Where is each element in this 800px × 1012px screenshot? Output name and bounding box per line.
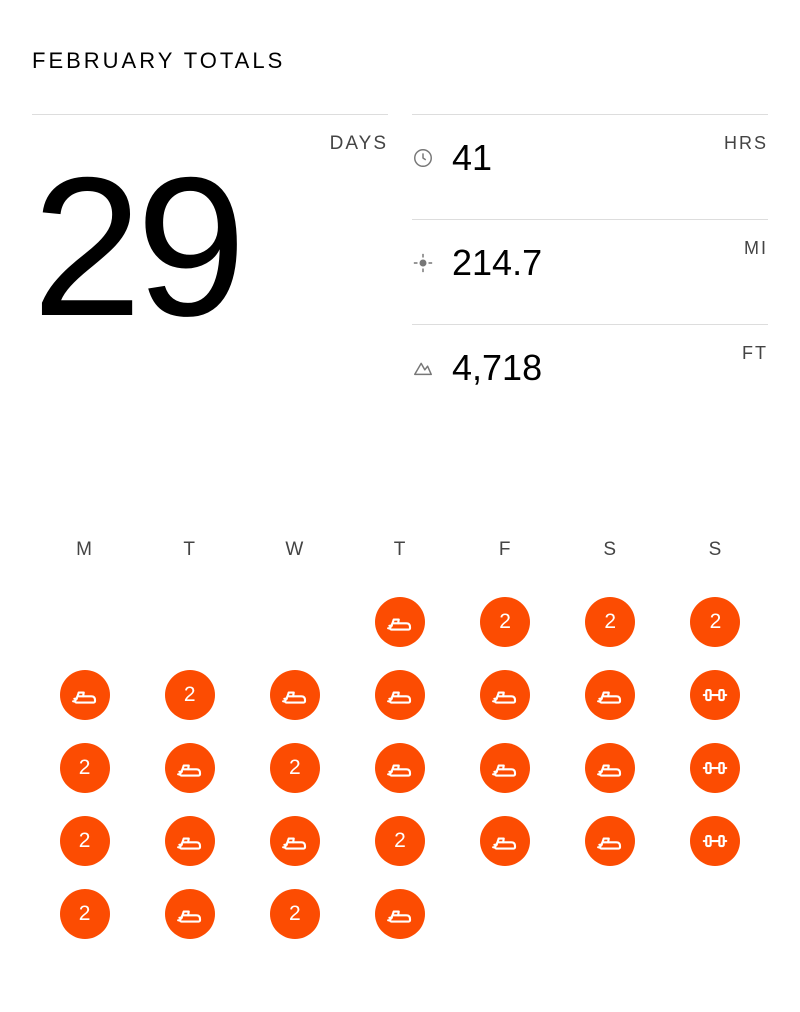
calendar-cell[interactable] <box>165 889 215 939</box>
run-icon <box>385 607 415 637</box>
activity-count: 2 <box>79 902 91 926</box>
run-icon <box>70 680 100 710</box>
run-icon <box>595 680 625 710</box>
metric-elevation: 4,718 FT <box>412 324 768 409</box>
run-icon <box>280 826 310 856</box>
run-icon <box>175 753 205 783</box>
calendar-cell[interactable]: 2 <box>165 670 215 720</box>
metric-hours-unit: HRS <box>724 133 768 154</box>
calendar-cell[interactable] <box>165 816 215 866</box>
activity-count: 2 <box>289 756 301 780</box>
calendar-cell[interactable] <box>60 670 110 720</box>
calendar-cell[interactable]: 2 <box>270 889 320 939</box>
metric-distance-value: 214.7 <box>452 242 542 284</box>
calendar-cell[interactable] <box>375 743 425 793</box>
run-icon <box>385 899 415 929</box>
calendar-cell[interactable]: 2 <box>60 889 110 939</box>
calendar-cell[interactable] <box>480 743 530 793</box>
calendar-empty <box>270 597 320 647</box>
calendar-cell[interactable] <box>585 816 635 866</box>
day-header: S <box>709 539 723 561</box>
calendar-cell[interactable]: 2 <box>690 597 740 647</box>
days-panel: DAYS 29 <box>32 114 388 409</box>
calendar-cell[interactable] <box>165 743 215 793</box>
day-header: S <box>603 539 617 561</box>
metric-elevation-unit: FT <box>742 343 768 364</box>
calendar-cell[interactable] <box>480 816 530 866</box>
calendar-cell[interactable]: 2 <box>60 816 110 866</box>
activity-count: 2 <box>394 829 406 853</box>
calendar-empty <box>165 597 215 647</box>
weight-icon <box>700 826 730 856</box>
metric-distance-unit: MI <box>744 238 768 259</box>
run-icon <box>595 826 625 856</box>
calendar-empty <box>585 889 635 939</box>
run-icon <box>280 680 310 710</box>
metrics-panel: 41 HRS 214.7 MI 4,718 FT <box>412 114 768 409</box>
day-header: M <box>76 539 93 561</box>
calendar-cell[interactable] <box>375 889 425 939</box>
run-icon <box>175 826 205 856</box>
calendar-cell[interactable]: 2 <box>375 816 425 866</box>
calendar-cell[interactable]: 2 <box>60 743 110 793</box>
run-icon <box>595 753 625 783</box>
calendar-cell[interactable] <box>270 816 320 866</box>
calendar-cell[interactable] <box>375 670 425 720</box>
calendar-cell[interactable] <box>375 597 425 647</box>
run-icon <box>490 826 520 856</box>
page-title: FEBRUARY TOTALS <box>32 48 768 74</box>
calendar-cell[interactable]: 2 <box>270 743 320 793</box>
day-header: T <box>394 539 407 561</box>
metric-hours-value: 41 <box>452 137 492 179</box>
metric-distance: 214.7 MI <box>412 219 768 324</box>
metric-hours: 41 HRS <box>412 114 768 219</box>
weight-icon <box>700 680 730 710</box>
run-icon <box>490 680 520 710</box>
metric-elevation-value: 4,718 <box>452 347 542 389</box>
calendar-empty <box>480 889 530 939</box>
activity-count: 2 <box>79 829 91 853</box>
mountain-icon <box>412 357 434 379</box>
activity-calendar: M T W T F S S 2 2 2 2 2 2 2 2 2 2 <box>32 539 768 962</box>
stats-section: DAYS 29 41 HRS 214.7 MI <box>32 114 768 409</box>
calendar-cell[interactable]: 2 <box>585 597 635 647</box>
run-icon <box>385 753 415 783</box>
calendar-cell[interactable] <box>690 743 740 793</box>
calendar-cell[interactable] <box>690 670 740 720</box>
calendar-cell[interactable] <box>585 743 635 793</box>
day-header: W <box>285 539 304 561</box>
activity-count: 2 <box>710 610 722 634</box>
activity-count: 2 <box>79 756 91 780</box>
calendar-cell[interactable] <box>585 670 635 720</box>
activity-count: 2 <box>499 610 511 634</box>
clock-icon <box>412 147 434 169</box>
target-icon <box>412 252 434 274</box>
calendar-cell[interactable] <box>270 670 320 720</box>
calendar-empty <box>60 597 110 647</box>
activity-count: 2 <box>289 902 301 926</box>
calendar-empty <box>690 889 740 939</box>
weight-icon <box>700 753 730 783</box>
run-icon <box>385 680 415 710</box>
day-header: F <box>499 539 512 561</box>
activity-count: 2 <box>184 683 196 707</box>
calendar-cell[interactable]: 2 <box>480 597 530 647</box>
days-value: 29 <box>32 163 388 331</box>
run-icon <box>175 899 205 929</box>
activity-count: 2 <box>604 610 616 634</box>
run-icon <box>490 753 520 783</box>
calendar-cell[interactable] <box>480 670 530 720</box>
day-header: T <box>183 539 196 561</box>
calendar-cell[interactable] <box>690 816 740 866</box>
